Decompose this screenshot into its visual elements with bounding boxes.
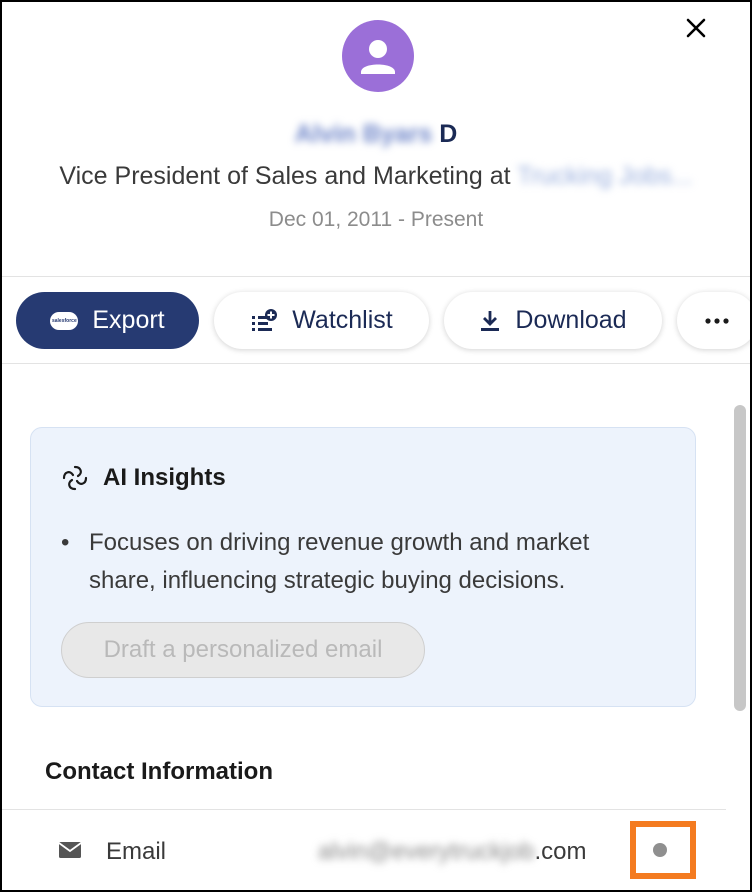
person-icon (361, 40, 395, 74)
scrollbar-thumb[interactable] (734, 405, 746, 711)
contact-name-row: Alvin Byars D (2, 120, 750, 149)
download-label: Download (515, 306, 627, 334)
email-address-blurred: alvin@everytruckjob (318, 838, 535, 865)
watchlist-label: Watchlist (292, 306, 393, 334)
divider (2, 809, 726, 810)
email-label: Email (106, 838, 167, 865)
watchlist-button[interactable]: Watchlist (214, 292, 429, 349)
download-button[interactable]: Download (444, 292, 662, 349)
email-domain-suffix: .com (534, 838, 587, 865)
divider (2, 276, 750, 277)
export-label: Export (92, 306, 165, 334)
add-list-icon (252, 308, 278, 331)
divider (2, 363, 750, 364)
ai-insights-card: AI Insights • Focuses on driving revenue… (30, 427, 696, 707)
contact-detail-panel: Alvin Byars D Vice President of Sales an… (0, 0, 752, 892)
avatar (342, 20, 414, 92)
bullet-mark: • (61, 529, 70, 556)
ai-insight-text: Focuses on driving revenue growth and ma… (89, 529, 590, 594)
ai-insight-item: • Focuses on driving revenue growth and … (61, 524, 661, 600)
contact-name: Alvin Byars (294, 120, 433, 148)
export-button[interactable]: salesforce Export (16, 292, 199, 349)
envelope-icon (58, 841, 82, 864)
ai-insights-header: AI Insights (61, 464, 226, 492)
more-horizontal-icon (705, 317, 729, 324)
more-options-button[interactable] (677, 292, 750, 349)
company-name[interactable]: Trucking Jobs... (517, 162, 693, 190)
close-icon[interactable] (684, 16, 708, 40)
contact-information-heading: Contact Information (45, 758, 273, 785)
job-title-row: Vice President of Sales and Marketing at… (2, 162, 750, 191)
badge-letter: D (439, 120, 458, 148)
salesforce-cloud-icon: salesforce (50, 311, 79, 330)
email-status-dot[interactable] (653, 843, 667, 857)
job-title: Vice President of Sales and Marketing at (59, 162, 511, 190)
email-value[interactable]: alvin@everytruckjob.com (318, 838, 586, 866)
download-icon (481, 310, 500, 331)
ai-insights-title: AI Insights (103, 464, 226, 491)
ai-insights-icon (62, 465, 88, 491)
draft-email-button[interactable]: Draft a personalized email (61, 622, 425, 678)
date-range: Dec 01, 2011 - Present (268, 208, 484, 231)
